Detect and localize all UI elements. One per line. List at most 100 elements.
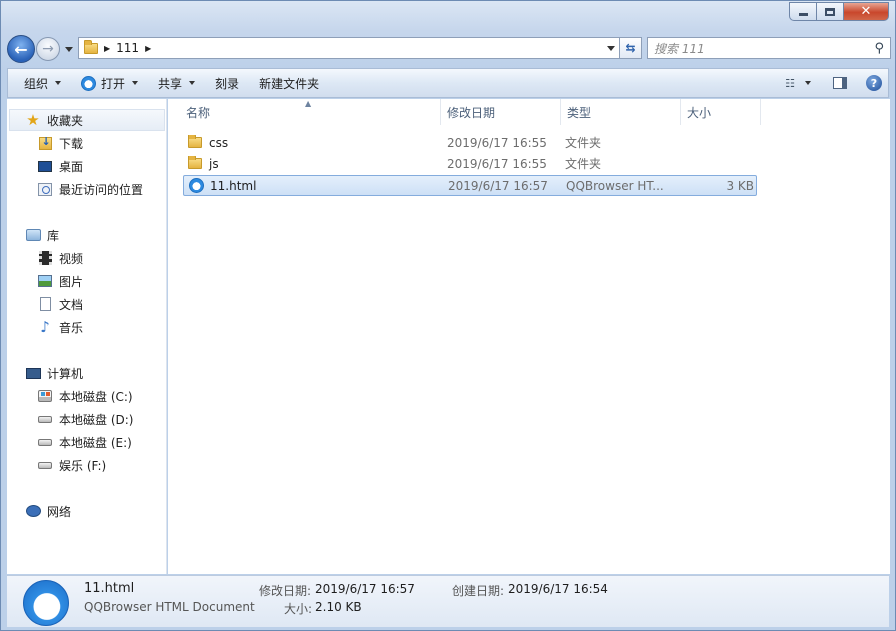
file-row-selected[interactable]: 11.html 2019/6/17 16:57 QQBrowser HT... … [183, 175, 757, 196]
qqbrowser-icon [81, 75, 97, 91]
music-icon: ♪ [40, 317, 50, 336]
maximize-button[interactable] [816, 2, 843, 21]
tree-label: 文档 [59, 297, 84, 312]
tree-favorites[interactable]: ★ 收藏夹 [25, 109, 83, 131]
file-row[interactable]: js 2019/6/17 16:55 文件夹 [183, 153, 757, 174]
share-label: 共享 [158, 76, 183, 91]
network-icon [25, 503, 41, 519]
file-name: 11.html [210, 178, 257, 193]
organize-button[interactable]: 组织 [8, 71, 71, 95]
picture-icon [37, 273, 53, 289]
chevron-down-icon [804, 81, 811, 85]
folder-icon [84, 39, 98, 57]
help-icon: ? [866, 75, 882, 91]
minimize-button[interactable] [789, 2, 816, 21]
tree-label: 图片 [59, 274, 84, 289]
preview-pane-button[interactable] [826, 71, 854, 95]
chevron-down-icon [65, 46, 73, 52]
file-row[interactable]: css 2019/6/17 16:55 文件夹 [183, 132, 757, 153]
tree-label: 音乐 [59, 320, 84, 335]
tree-pictures[interactable]: 图片 [37, 270, 83, 292]
search-input[interactable]: 搜索 111 ⚲ [647, 37, 891, 59]
forward-button[interactable]: → [36, 37, 60, 61]
change-view-button[interactable]: ☷ [778, 71, 818, 95]
tree-drive-d[interactable]: 本地磁盘 (D:) [37, 408, 133, 430]
star-icon: ★ [26, 110, 40, 129]
tree-network[interactable]: 网络 [25, 500, 71, 522]
drive-icon [37, 411, 53, 427]
maximize-icon [825, 7, 835, 16]
chevron-down-icon [132, 81, 139, 85]
tree-drive-c[interactable]: 本地磁盘 (C:) [37, 385, 133, 407]
tree-drive-f[interactable]: 娱乐 (F:) [37, 454, 106, 476]
address-bar[interactable]: ▶ 111 ▶ [78, 37, 620, 59]
tree-label: 本地磁盘 (D:) [59, 412, 134, 427]
toolbar-right: ☷ ? [778, 71, 888, 95]
close-button[interactable]: ✕ [843, 2, 889, 21]
organize-label: 组织 [24, 76, 49, 91]
chevron-down-icon [189, 81, 196, 85]
computer-icon [25, 365, 41, 381]
chevron-down-icon [606, 45, 615, 51]
tree-drive-e[interactable]: 本地磁盘 (E:) [37, 431, 132, 453]
tree-downloads[interactable]: 下载 [37, 132, 83, 154]
back-button[interactable]: ← [7, 35, 35, 63]
drive-icon [37, 434, 53, 450]
tree-label: 下载 [59, 136, 84, 151]
folder-icon [187, 134, 203, 151]
breadcrumb-separator-icon[interactable]: ▶ [145, 44, 151, 53]
tree-label: 视频 [59, 251, 84, 266]
column-date[interactable]: 修改日期 [441, 99, 561, 125]
file-size: 3 KB [726, 178, 754, 193]
tree-videos[interactable]: 视频 [37, 247, 83, 269]
column-label: 类型 [567, 105, 592, 120]
breadcrumb-segment[interactable]: 111 [116, 41, 139, 55]
tree-label: 计算机 [47, 366, 84, 381]
open-button[interactable]: 打开 [71, 71, 148, 95]
sort-ascending-icon: ▲ [305, 99, 312, 108]
details-modified-value: 2019/6/17 16:57 [315, 582, 415, 596]
column-label: 修改日期 [447, 105, 496, 120]
minimize-icon [798, 13, 808, 16]
details-modified-label: 修改日期: [259, 584, 312, 598]
refresh-icon: ⇆ [625, 41, 636, 55]
column-size[interactable]: 大小 [681, 99, 761, 125]
recent-pages-button[interactable] [63, 43, 75, 55]
tree-libraries[interactable]: 库 [25, 224, 59, 246]
breadcrumb-separator-icon[interactable]: ▶ [104, 44, 110, 53]
recent-places-icon [37, 181, 53, 197]
address-dropdown-button[interactable] [602, 38, 619, 58]
tree-music[interactable]: ♪ 音乐 [37, 316, 83, 338]
tree-label: 桌面 [59, 159, 84, 174]
navigation-bar: ← → ▶ 111 ▶ ⇆ 搜索 111 ⚲ [7, 35, 891, 63]
close-icon: ✕ [860, 4, 872, 19]
details-created-label: 创建日期: [452, 584, 505, 598]
downloads-folder-icon [37, 135, 53, 151]
tree-recent-places[interactable]: 最近访问的位置 [37, 178, 143, 200]
library-icon [25, 227, 41, 243]
new-folder-button[interactable]: 新建文件夹 [249, 71, 329, 95]
column-header: 名称 修改日期 类型 大小 ▲ [168, 99, 890, 125]
tree-computer[interactable]: 计算机 [25, 362, 83, 384]
column-type[interactable]: 类型 [561, 99, 681, 125]
share-button[interactable]: 共享 [148, 71, 205, 95]
burn-button[interactable]: 刻录 [205, 71, 249, 95]
preview-pane-icon [833, 77, 847, 89]
help-button[interactable]: ? [860, 71, 888, 95]
file-type: 文件夹 [565, 136, 602, 150]
tree-desktop[interactable]: 桌面 [37, 155, 83, 177]
column-label: 大小 [687, 105, 712, 120]
details-file-name: 11.html [84, 581, 135, 596]
folder-icon [187, 155, 203, 172]
burn-label: 刻录 [215, 76, 240, 91]
search-icon: ⚲ [874, 40, 884, 56]
view-details-icon: ☷ [785, 76, 795, 90]
tree-label: 收藏夹 [47, 113, 84, 128]
refresh-button[interactable]: ⇆ [620, 37, 642, 59]
details-pane: 11.html QQBrowser HTML Document 修改日期: 20… [7, 575, 889, 627]
new-folder-label: 新建文件夹 [259, 76, 320, 91]
search-placeholder: 搜索 111 [654, 41, 705, 56]
caption-buttons: ✕ [789, 2, 889, 21]
file-type: QQBrowser HT... [566, 178, 664, 193]
tree-documents[interactable]: 文档 [37, 293, 83, 315]
